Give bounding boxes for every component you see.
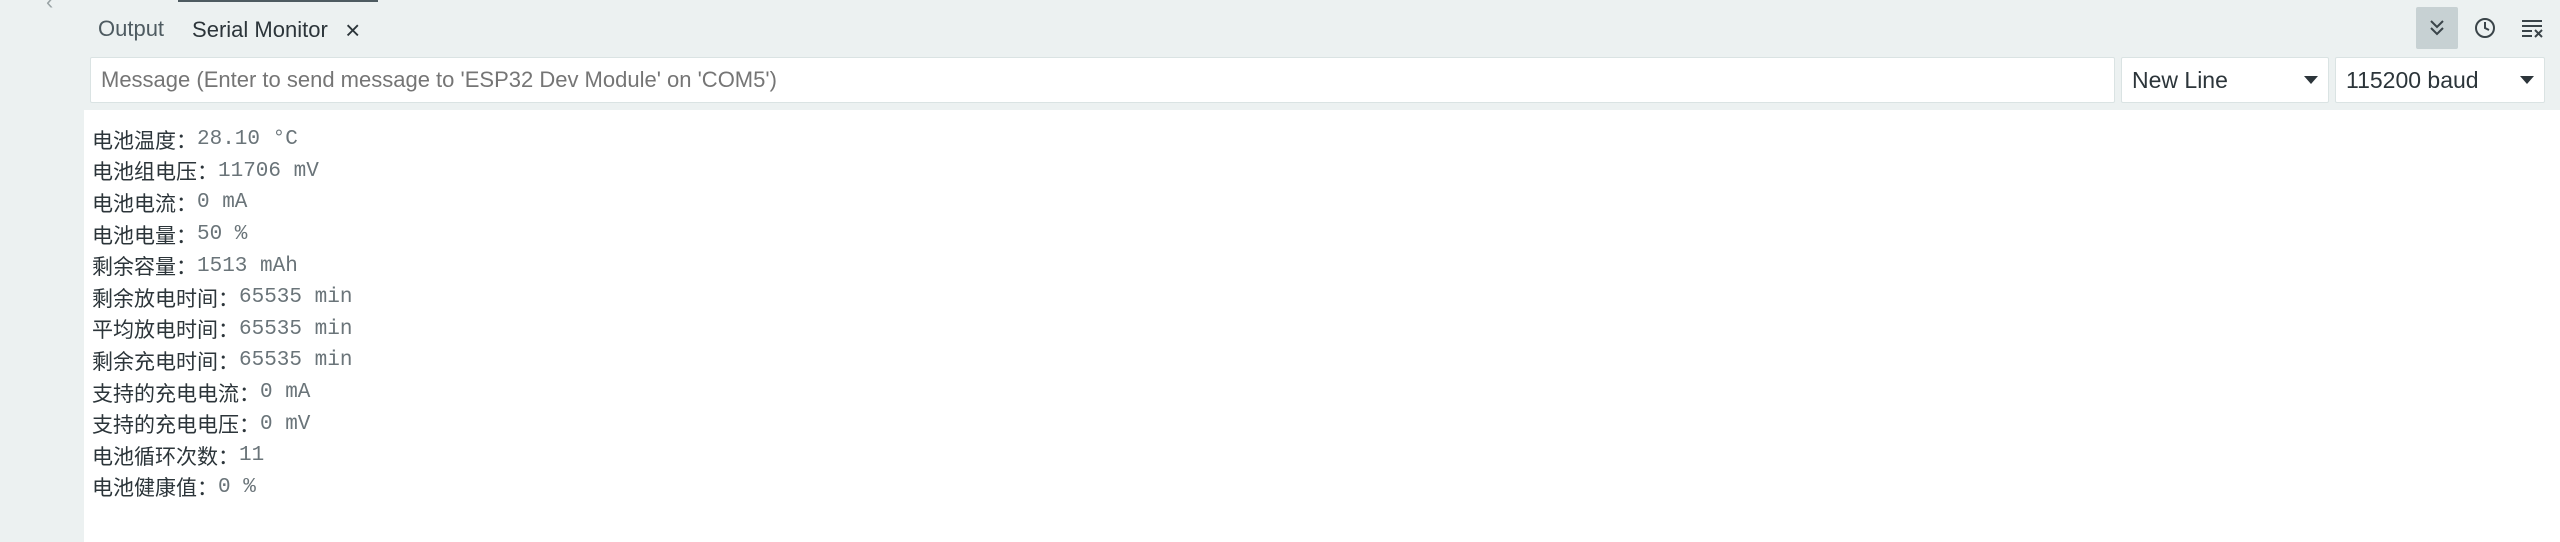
left-gutter: ‹ (0, 0, 84, 542)
line-value: 28.10 °C (197, 128, 298, 152)
line-value: 65535 min (239, 349, 353, 373)
output-lines: 电池温度： 28.10 °C 电池组电压： 11706 mV 电池电流： 0 mA 电… (92, 124, 352, 503)
line-value: 11706 mV (218, 159, 319, 183)
line-label: 剩余容量： (92, 255, 197, 280)
line-value: 1513 mAh (197, 254, 298, 278)
output-line: 剩余放电时间： 65535 min (92, 282, 352, 314)
output-line: 剩余充电时间： 65535 min (92, 345, 352, 377)
line-value: 0 mA (197, 191, 248, 215)
output-line: 剩余容量： 1513 mAh (92, 250, 352, 282)
line-label: 电池循环次数： (92, 444, 239, 469)
clear-output-button[interactable] (2512, 7, 2554, 49)
tab-serial-monitor[interactable]: Serial Monitor × (178, 0, 378, 57)
message-input[interactable] (90, 57, 2115, 103)
line-ending-select[interactable]: New Line (2121, 57, 2329, 103)
output-line: 平均放电时间： 65535 min (92, 314, 352, 346)
autoscroll-button[interactable] (2416, 7, 2458, 49)
output-line: 电池循环次数： 11 (92, 440, 352, 472)
tab-output-label: Output (98, 15, 165, 41)
output-line: 电池温度： 28.10 °C (92, 124, 352, 156)
line-ending-value: New Line (2132, 66, 2228, 93)
line-label: 剩余放电时间： (92, 286, 239, 311)
output-line: 电池电流： 0 mA (92, 187, 352, 219)
baud-rate-select[interactable]: 115200 baud (2335, 57, 2545, 103)
tab-output[interactable]: Output (84, 0, 178, 57)
line-value: 50 % (197, 223, 248, 247)
serial-toolbar (2416, 6, 2560, 50)
line-label: 电池温度： (92, 128, 197, 153)
baud-rate-value: 115200 baud (2346, 66, 2479, 93)
line-value: 65535 min (239, 317, 353, 341)
panel-tabs: Output Serial Monitor × (84, 0, 2560, 57)
line-label: 电池电流： (92, 191, 197, 216)
tab-serial-monitor-label: Serial Monitor (192, 16, 328, 42)
close-icon[interactable]: × (342, 17, 364, 43)
message-row: New Line 115200 baud (90, 57, 2552, 105)
line-value: 0 mA (260, 381, 311, 405)
chevron-left-icon[interactable]: ‹ (46, 0, 66, 13)
output-line: 支持的充电电流： 0 mA (92, 377, 352, 409)
line-value: 0 mV (260, 412, 311, 436)
output-line: 电池电量： 50 % (92, 219, 352, 251)
timestamp-button[interactable] (2464, 7, 2506, 49)
serial-output[interactable]: 电池温度： 28.10 °C 电池组电压： 11706 mV 电池电流： 0 mA 电… (84, 110, 2560, 542)
line-label: 支持的充电电压： (92, 413, 260, 438)
clear-output-icon (2522, 20, 2543, 38)
output-line: 支持的充电电压： 0 mV (92, 408, 352, 440)
output-line: 电池健康值： 0 % (92, 472, 352, 504)
line-value: 0 % (218, 475, 256, 499)
line-label: 支持的充电电流： (92, 381, 260, 406)
line-label: 电池组电压： (92, 160, 218, 185)
timestamp-icon (2475, 18, 2495, 38)
line-label: 剩余充电时间： (92, 349, 239, 374)
line-label: 电池电量： (92, 223, 197, 248)
line-label: 电池健康值： (92, 476, 218, 501)
line-label: 平均放电时间： (92, 318, 239, 343)
caret-down-icon (2304, 76, 2318, 84)
output-line: 电池组电压： 11706 mV (92, 156, 352, 188)
line-value: 65535 min (239, 286, 353, 310)
line-value: 11 (239, 444, 265, 468)
autoscroll-icon (2430, 20, 2444, 36)
caret-down-icon (2520, 76, 2534, 84)
